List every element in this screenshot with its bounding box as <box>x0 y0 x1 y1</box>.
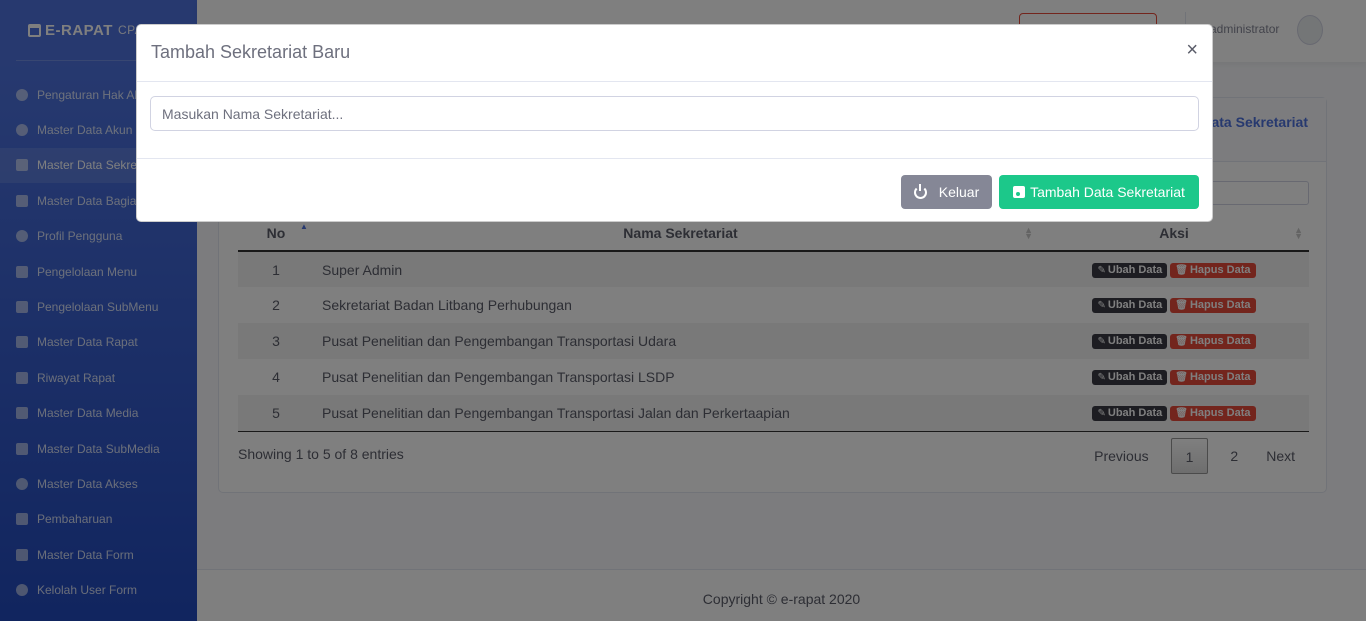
modal-footer: Keluar Tambah Data Sekretariat <box>137 159 1212 222</box>
close-icon[interactable]: × <box>1186 39 1198 62</box>
keluar-label: Keluar <box>938 184 980 200</box>
modal-header: Tambah Sekretariat Baru × <box>137 25 1212 82</box>
modal-body <box>137 82 1212 159</box>
tambah-data-button[interactable]: Tambah Data Sekretariat <box>999 175 1199 209</box>
add-sekretariat-modal: Tambah Sekretariat Baru × Keluar Tambah … <box>136 24 1213 222</box>
power-icon <box>913 183 927 199</box>
keluar-button[interactable]: Keluar <box>901 175 992 209</box>
save-icon <box>1013 186 1026 198</box>
tambah-data-label: Tambah Data Sekretariat <box>1030 184 1185 200</box>
modal-title: Tambah Sekretariat Baru <box>151 42 351 62</box>
nama-sekretariat-input[interactable] <box>150 96 1199 131</box>
